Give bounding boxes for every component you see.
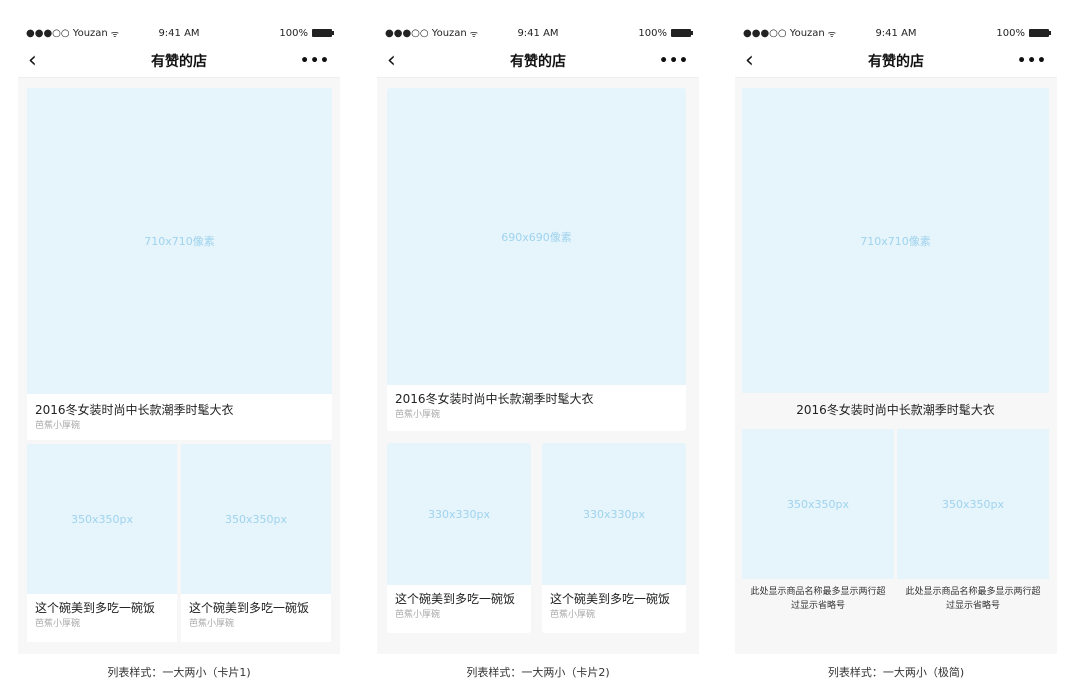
battery-icon <box>1029 29 1051 37</box>
product-name: 此处显示商品名称最多显示两行超过显示省略号 <box>905 587 1041 611</box>
small-product-row: 350x350px 此处显示商品名称最多显示两行超过显示省略号 350x350p… <box>742 429 1049 625</box>
status-time: 9:41 AM <box>158 27 200 39</box>
big-product-image[interactable]: 710x710像素 <box>742 88 1049 393</box>
more-icon[interactable]: ••• <box>300 53 330 69</box>
small-product-image: 330x330px <box>387 443 531 585</box>
nav-bar: ‹ 有赞的店 ••• <box>735 44 1057 78</box>
status-time: 9:41 AM <box>875 27 917 39</box>
phone-mockup-minimal: ●●●○○ Youzan ᯤ 9:41 AM 100% ‹ 有赞的店 ••• 71… <box>735 22 1057 654</box>
shop-name: 芭蕉小厚碗 <box>395 410 441 420</box>
back-icon[interactable]: ‹ <box>745 49 765 72</box>
small-product-image: 330x330px <box>542 443 686 585</box>
page-title: 有赞的店 <box>868 53 924 70</box>
product-name: 这个碗美到多吃一碗饭 <box>395 592 516 606</box>
shop-name: 芭蕉小厚碗 <box>395 610 441 620</box>
big-product-image: 690x690像素 <box>387 88 686 385</box>
product-name: 这个碗美到多吃一碗饭 <box>189 601 310 615</box>
product-name: 2016冬女装时尚中长款潮季时髦大衣 <box>35 403 234 417</box>
battery-icon <box>312 29 334 37</box>
small-product-card[interactable]: 330x330px 这个碗美到多吃一碗饭芭蕉小厚碗 <box>387 443 531 633</box>
product-name: 此处显示商品名称最多显示两行超过显示省略号 <box>750 587 886 611</box>
nav-bar: ‹ 有赞的店 ••• <box>377 44 699 78</box>
small-product-card[interactable]: 330x330px 这个碗美到多吃一碗饭芭蕉小厚碗 <box>542 443 686 633</box>
shop-name: 芭蕉小厚碗 <box>550 610 596 620</box>
battery-icon <box>671 29 693 37</box>
phone-mockup-card2: ●●●○○ Youzan ᯤ 9:41 AM 100% ‹ 有赞的店 ••• 69… <box>377 22 699 654</box>
style-caption: 列表样式：一大两小（卡片2) <box>466 666 610 679</box>
back-icon[interactable]: ‹ <box>28 49 48 72</box>
small-product-card[interactable]: 350x350px 此处显示商品名称最多显示两行超过显示省略号 <box>897 429 1049 625</box>
small-product-image: 350x350px <box>742 429 894 579</box>
small-product-image: 350x350px <box>181 444 331 594</box>
style-caption: 列表样式：一大两小（卡片1) <box>107 666 251 679</box>
status-time: 9:41 AM <box>517 27 559 39</box>
status-bar: ●●●○○ Youzan ᯤ 9:41 AM 100% <box>735 22 1057 44</box>
product-name: 这个碗美到多吃一碗饭 <box>550 592 671 606</box>
big-product-image[interactable]: 710x710像素 <box>27 88 332 394</box>
status-bar: ●●●○○ Youzan ᯤ 9:41 AM 100% <box>18 22 340 44</box>
small-product-image: 350x350px <box>27 444 177 594</box>
more-icon[interactable]: ••• <box>1017 53 1047 69</box>
big-product-card[interactable]: 690x690像素 2016冬女装时尚中长款潮季时髦大衣 芭蕉小厚碗 <box>387 88 686 431</box>
product-name: 2016冬女装时尚中长款潮季时髦大衣 <box>395 392 594 406</box>
small-product-card[interactable]: 350x350px 这个碗美到多吃一碗饭芭蕉小厚碗 <box>181 444 331 642</box>
small-product-card[interactable]: 350x350px 这个碗美到多吃一碗饭芭蕉小厚碗 <box>27 444 177 642</box>
back-icon[interactable]: ‹ <box>387 49 407 72</box>
product-name: 2016冬女装时尚中长款潮季时髦大衣 <box>796 403 995 417</box>
shop-name: 芭蕉小厚碗 <box>35 619 81 629</box>
small-product-row: 350x350px 这个碗美到多吃一碗饭芭蕉小厚碗 350x350px 这个碗美… <box>27 444 332 642</box>
small-product-row: 330x330px 这个碗美到多吃一碗饭芭蕉小厚碗 330x330px 这个碗美… <box>387 443 686 633</box>
small-product-card[interactable]: 350x350px 此处显示商品名称最多显示两行超过显示省略号 <box>742 429 894 625</box>
small-product-image: 350x350px <box>897 429 1049 579</box>
shop-name: 芭蕉小厚碗 <box>35 421 81 431</box>
page-title: 有赞的店 <box>510 53 566 70</box>
status-bar: ●●●○○ Youzan ᯤ 9:41 AM 100% <box>377 22 699 44</box>
product-name: 这个碗美到多吃一碗饭 <box>35 601 156 615</box>
shop-name: 芭蕉小厚碗 <box>189 619 235 629</box>
more-icon[interactable]: ••• <box>659 53 689 69</box>
big-product-caption[interactable]: 2016冬女装时尚中长款潮季时髦大衣 芭蕉小厚碗 <box>27 394 332 440</box>
big-product-caption[interactable]: 2016冬女装时尚中长款潮季时髦大衣 <box>742 393 1049 429</box>
phone-mockup-card1: ●●●○○ Youzan ᯤ 9:41 AM 100% ‹ 有赞的店 ••• 71… <box>18 22 340 654</box>
style-caption: 列表样式：一大两小（极简) <box>827 666 965 679</box>
page-title: 有赞的店 <box>151 53 207 70</box>
nav-bar: ‹ 有赞的店 ••• <box>18 44 340 78</box>
